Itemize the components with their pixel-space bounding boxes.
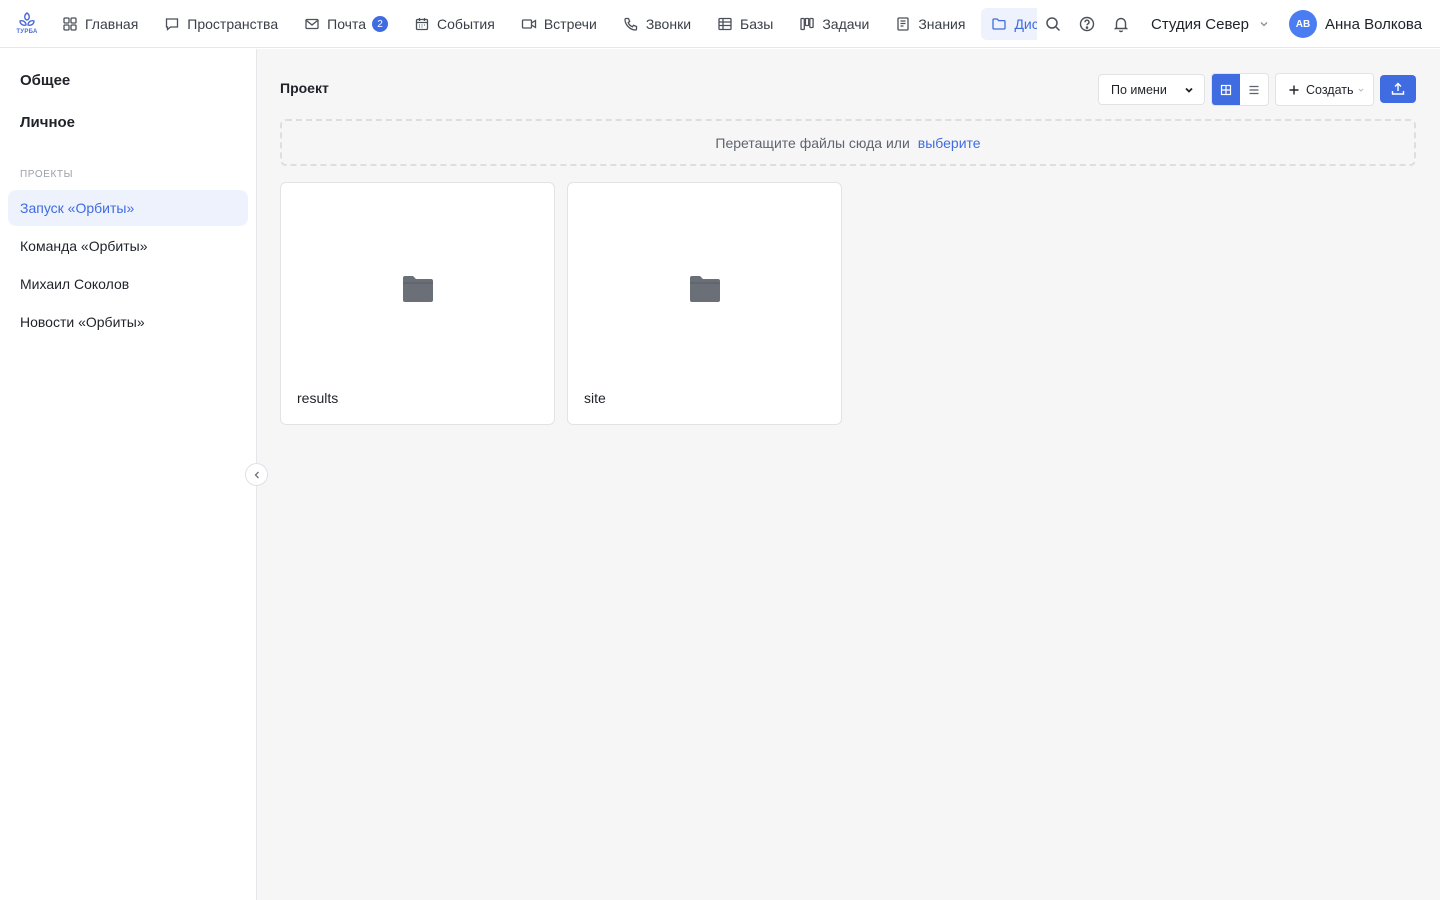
nav-item-label: Пространства — [187, 16, 279, 32]
folder-card[interactable]: results — [280, 182, 555, 425]
create-button-label: Создать — [1306, 82, 1354, 97]
studio-name: Студия Север — [1151, 15, 1249, 33]
top-bar: ТУРБА Главная Пространства Почта 2 Событ… — [0, 0, 1440, 48]
video-icon — [521, 19, 536, 29]
grid-icon — [63, 17, 77, 31]
nav-item-mail[interactable]: Почта 2 — [294, 8, 398, 40]
nav-item-spaces[interactable]: Пространства — [154, 8, 288, 40]
nav-item-calls[interactable]: Звонки — [613, 8, 701, 40]
help-button[interactable] — [1077, 14, 1097, 34]
nav-item-knowledge[interactable]: Знания — [885, 8, 975, 40]
sidebar: Общее Личное ПРОЕКТЫ Запуск «Орбиты» Ком… — [0, 49, 257, 900]
sidebar-item-general[interactable]: Общее — [20, 72, 70, 89]
list-view-icon — [1249, 85, 1259, 94]
sidebar-project-item[interactable]: Запуск «Орбиты» — [8, 190, 248, 226]
grid-view-icon — [1220, 84, 1232, 95]
studio-switcher[interactable]: Студия Север — [1151, 13, 1269, 35]
nav-item-home[interactable]: Главная — [52, 8, 148, 40]
nav-item-tasks[interactable]: Задачи — [789, 8, 879, 40]
sidebar-item-personal[interactable]: Личное — [20, 114, 75, 131]
view-toggle — [1211, 73, 1269, 106]
sidebar-project-item[interactable]: Новости «Орбиты» — [8, 304, 248, 340]
sidebar-project-item[interactable]: Команда «Орбиты» — [8, 228, 248, 264]
nav-item-label: Знания — [918, 16, 966, 32]
folder-name: site — [584, 390, 606, 406]
file-dropzone[interactable]: Перетащите файлы сюда или выберите — [280, 119, 1416, 166]
nav-item-disk[interactable]: Диск — [981, 8, 1037, 40]
page-title: Проект — [280, 80, 329, 96]
bell-icon — [1113, 17, 1129, 33]
chat-icon — [166, 18, 179, 31]
nav-item-events[interactable]: События — [404, 8, 505, 40]
search-button[interactable] — [1043, 14, 1063, 34]
chevron-left-icon — [254, 471, 259, 478]
folder-name: results — [297, 390, 339, 406]
mail-count-badge: 2 — [372, 16, 389, 32]
phone-icon — [624, 17, 637, 31]
logo-text: ТУРБА — [16, 29, 38, 35]
notebook-icon — [897, 17, 909, 31]
nav-item-label: События — [437, 16, 495, 32]
sort-select[interactable]: По имени — [1098, 74, 1205, 105]
nav-item-label: Почта — [327, 16, 367, 32]
search-icon — [1046, 17, 1061, 32]
sidebar-item-label: Запуск «Орбиты» — [20, 200, 135, 216]
calendar-icon — [415, 18, 429, 31]
sidebar-item-label: Команда «Орбиты» — [20, 238, 148, 254]
grid-view-button[interactable] — [1212, 74, 1240, 105]
main-content: Проект По имени Создать Перетащите файлы… — [257, 49, 1440, 900]
sort-select-value: По имени — [1111, 82, 1167, 97]
nav-item-label: Диск — [1014, 16, 1037, 32]
notifications-button[interactable] — [1111, 14, 1131, 34]
nav-item-label: Главная — [85, 16, 139, 32]
avatar: АВ — [1289, 10, 1317, 38]
folder-icon — [690, 276, 720, 302]
plus-icon — [1289, 85, 1299, 94]
nav-item-bases[interactable]: Базы — [707, 8, 783, 40]
main-nav: Главная Пространства Почта 2 События Вст… — [52, 8, 1037, 40]
user-menu[interactable]: АВ Анна Волкова — [1289, 10, 1422, 38]
nav-item-meetings[interactable]: Встречи — [511, 8, 607, 40]
logo-mark-icon — [19, 12, 35, 26]
upload-icon — [1391, 82, 1405, 95]
choose-files-link[interactable]: выберите — [918, 135, 981, 151]
help-icon — [1079, 16, 1095, 32]
user-name: Анна Волкова — [1325, 15, 1423, 33]
nav-item-label: Задачи — [822, 16, 870, 32]
nav-item-label: Базы — [740, 16, 774, 32]
collapse-sidebar-button[interactable] — [245, 463, 268, 486]
nav-item-label: Звонки — [645, 16, 692, 32]
kanban-icon — [800, 17, 815, 31]
chevron-down-icon — [1358, 88, 1363, 92]
chevron-down-icon — [1260, 22, 1268, 27]
nav-item-label: Встречи — [543, 16, 597, 32]
chevron-down-icon — [1185, 87, 1193, 93]
folder-card[interactable]: site — [567, 182, 842, 425]
sidebar-section-label: ПРОЕКТЫ — [20, 169, 74, 180]
table-icon — [718, 17, 732, 31]
mail-icon — [305, 18, 319, 30]
list-view-button[interactable] — [1240, 74, 1268, 105]
sidebar-project-item[interactable]: Михаил Соколов — [8, 266, 248, 302]
sidebar-item-label: Михаил Соколов — [20, 276, 130, 292]
app-logo[interactable]: ТУРБА — [14, 12, 40, 38]
folder-icon — [992, 18, 1007, 30]
dropzone-text: Перетащите файлы сюда или — [715, 134, 910, 151]
folder-icon — [403, 276, 433, 302]
sidebar-item-label: Новости «Орбиты» — [20, 314, 145, 330]
create-button[interactable]: Создать — [1275, 73, 1374, 106]
upload-button[interactable] — [1380, 75, 1416, 103]
